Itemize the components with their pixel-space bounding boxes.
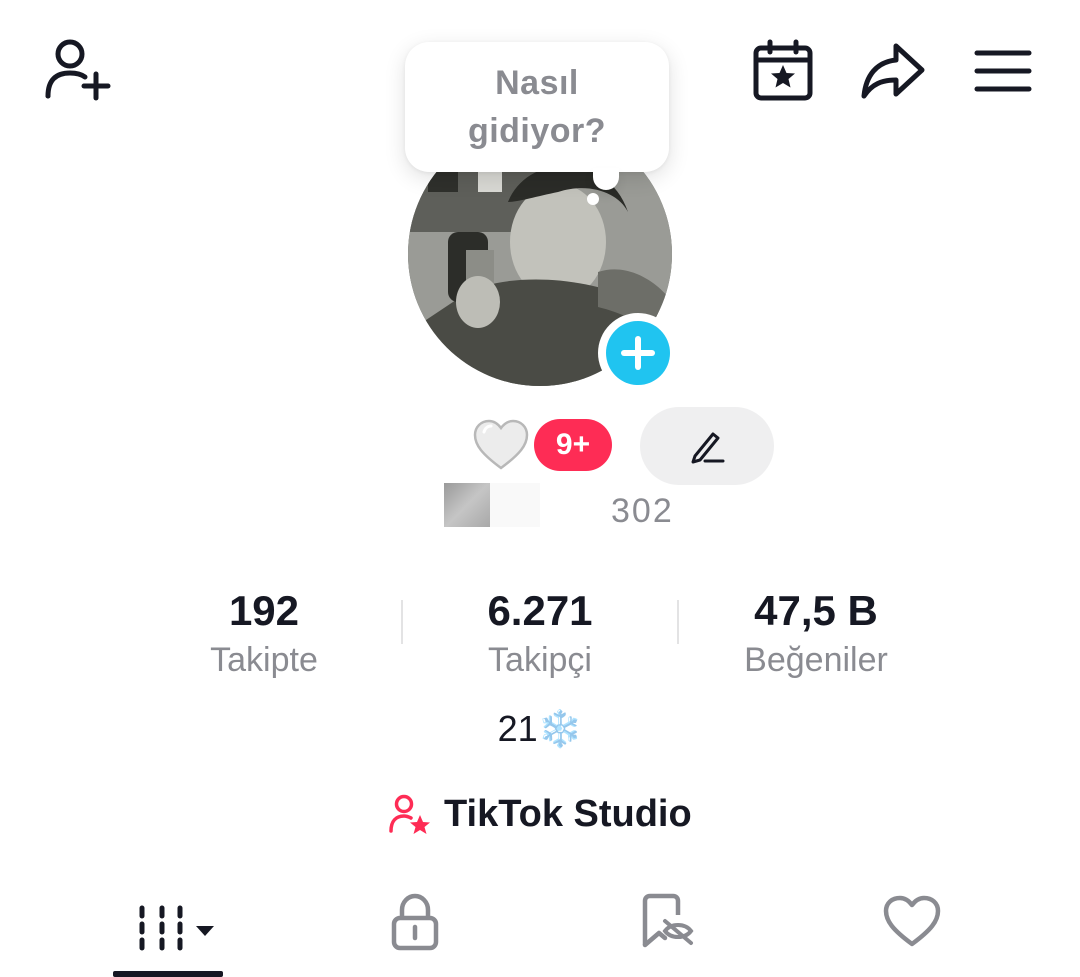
username-image [444, 483, 490, 527]
add-story-button[interactable] [598, 313, 678, 393]
share-arrow-icon [861, 43, 925, 99]
status-bubble[interactable]: Nasıl gidiyor? [405, 42, 669, 172]
edit-profile-button[interactable] [640, 407, 774, 485]
tab-videos[interactable] [112, 882, 224, 962]
calendar-star-icon [753, 39, 813, 101]
pencil-icon [691, 432, 725, 464]
hamburger-menu-icon [974, 50, 1032, 92]
bio: 21❄️ [0, 708, 1080, 750]
white-heart-icon [473, 419, 529, 470]
stat-likes-value: 47,5 B [754, 587, 878, 634]
heart-outline-icon [883, 895, 941, 947]
stat-likes[interactable]: 47,5 B Beğeniler [686, 586, 946, 682]
grid-lines-icon [139, 905, 214, 951]
username-mask [490, 483, 540, 527]
share-button[interactable] [856, 38, 928, 104]
menu-button[interactable] [970, 40, 1036, 102]
username-text: 302 [611, 492, 674, 530]
tiktok-studio-label: TikTok Studio [444, 792, 692, 835]
person-plus-icon [45, 39, 111, 101]
stat-divider [677, 600, 679, 644]
stat-following-label: Takipte [210, 641, 318, 679]
stat-following-value: 192 [228, 587, 300, 634]
bio-text: 21 [497, 708, 538, 749]
status-bubble-text: Nasıl gidiyor? [467, 64, 607, 150]
active-tab-indicator [113, 971, 223, 977]
stat-followers[interactable]: 6.271 Takipçi [410, 586, 670, 682]
stat-divider [401, 600, 403, 644]
stat-following[interactable]: 192 Takipte [134, 586, 394, 682]
tab-reposts[interactable] [632, 882, 702, 962]
stat-followers-label: Takipçi [488, 641, 592, 679]
plus-icon [621, 336, 655, 370]
snowflake-emoji: ❄️ [537, 708, 583, 749]
events-calendar-button[interactable] [748, 38, 818, 104]
bubble-dot [587, 193, 599, 205]
repost-hidden-icon [642, 893, 694, 948]
lock-icon [391, 893, 439, 951]
add-friend-button[interactable] [38, 36, 114, 106]
white-heart-emoji [472, 418, 530, 472]
tab-private[interactable] [378, 882, 452, 962]
stat-likes-label: Beğeniler [744, 641, 888, 679]
stat-followers-value: 6.271 [487, 587, 593, 634]
notification-badge[interactable]: 9+ [534, 419, 612, 471]
tab-liked[interactable] [876, 882, 948, 962]
person-star-icon [389, 794, 430, 834]
tiktok-studio-link[interactable]: TikTok Studio [388, 790, 692, 838]
